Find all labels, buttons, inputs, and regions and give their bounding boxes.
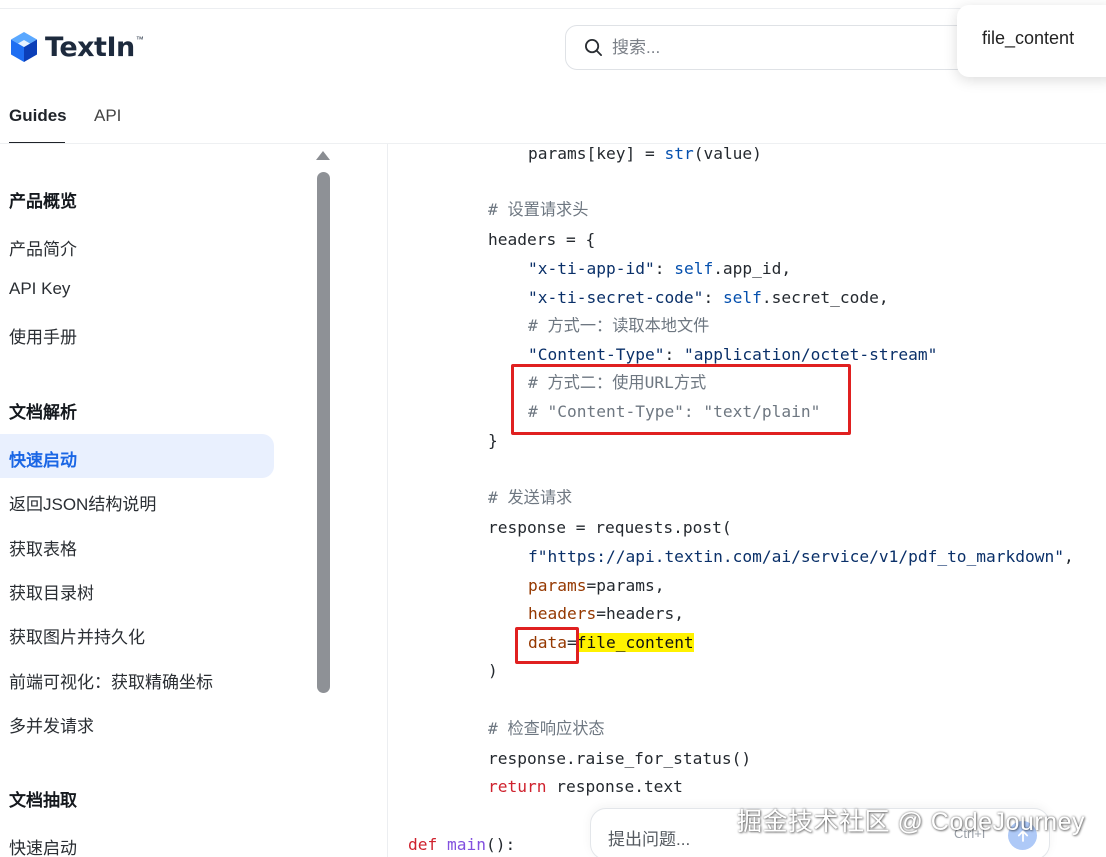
code-line: response.raise_for_status(): [488, 749, 752, 768]
code-line: }: [488, 431, 498, 450]
code-comment: # 设置请求头: [488, 200, 589, 219]
tab-api[interactable]: API: [94, 106, 121, 126]
sidebar-item-concurrent-requests[interactable]: 多并发请求: [9, 712, 94, 737]
sidebar-item-get-toc[interactable]: 获取目录树: [9, 579, 94, 604]
sidebar-item-product-intro[interactable]: 产品简介: [9, 235, 77, 260]
code-line: headers = {: [488, 230, 596, 249]
search-box[interactable]: [565, 25, 985, 70]
scroll-up-arrow-icon[interactable]: [316, 151, 330, 160]
logo-text: TextIn: [45, 31, 135, 63]
textin-cube-icon: [11, 32, 37, 62]
sidebar-item-extraction-quick-start[interactable]: 快速启动: [9, 834, 77, 857]
code-line: f"https://api.textin.com/ai/service/v1/p…: [528, 547, 1074, 566]
sidebar-section-product-overview: 产品概览: [9, 192, 77, 211]
sidebar-item-json-structure[interactable]: 返回JSON结构说明: [9, 490, 156, 515]
code-line: params[key] = str(value): [528, 144, 762, 163]
watermark: 掘金技术社区 @ CodeJourney: [737, 808, 1085, 836]
code-line: return response.text: [488, 777, 683, 796]
sidebar-item-api-key[interactable]: API Key: [9, 279, 70, 299]
ask-input-placeholder[interactable]: 提出问题...: [608, 825, 690, 850]
selection-tooltip: file_content: [957, 5, 1106, 77]
code-line: response = requests.post(: [488, 518, 732, 537]
highlighted-selection: file_content: [576, 633, 694, 652]
code-block: params[key] = str(value) # 设置请求头 headers…: [388, 144, 1106, 857]
code-line: "x-ti-secret-code": self.secret_code,: [528, 288, 889, 307]
annotation-box-data-param: [515, 627, 579, 664]
code-comment: # 方式一：读取本地文件: [528, 316, 710, 335]
sidebar-scrollbar-thumb[interactable]: [317, 172, 330, 693]
code-line: "x-ti-app-id": self.app_id,: [528, 259, 792, 278]
code-line: params=params,: [528, 576, 665, 595]
logo-trademark: ™: [135, 35, 144, 44]
top-border: [0, 8, 1106, 9]
sidebar-section-doc-extraction: 文档抽取: [9, 791, 77, 810]
tab-guides[interactable]: Guides: [9, 106, 67, 126]
sidebar-item-quick-start[interactable]: 快速启动: [9, 446, 77, 471]
top-tabs: Guides API: [0, 95, 400, 145]
sidebar-item-user-manual[interactable]: 使用手册: [9, 323, 77, 348]
logo[interactable]: TextIn ™: [9, 31, 144, 63]
code-line: ): [488, 661, 498, 680]
search-input[interactable]: [612, 37, 912, 58]
code-comment: # 检查响应状态: [488, 719, 605, 738]
search-icon: [584, 38, 603, 57]
code-line: def main():: [408, 835, 516, 854]
code-line: headers=headers,: [528, 604, 684, 623]
annotation-box-url-mode: [511, 364, 851, 435]
sidebar-item-get-table[interactable]: 获取表格: [9, 535, 77, 560]
code-comment: # 发送请求: [488, 488, 573, 507]
sidebar-item-get-images[interactable]: 获取图片并持久化: [9, 623, 145, 648]
header: TextIn ™ file_content: [0, 0, 1106, 95]
sidebar-section-doc-parsing: 文档解析: [9, 403, 77, 422]
sidebar-item-frontend-visualization[interactable]: 前端可视化：获取精确坐标: [9, 668, 213, 693]
